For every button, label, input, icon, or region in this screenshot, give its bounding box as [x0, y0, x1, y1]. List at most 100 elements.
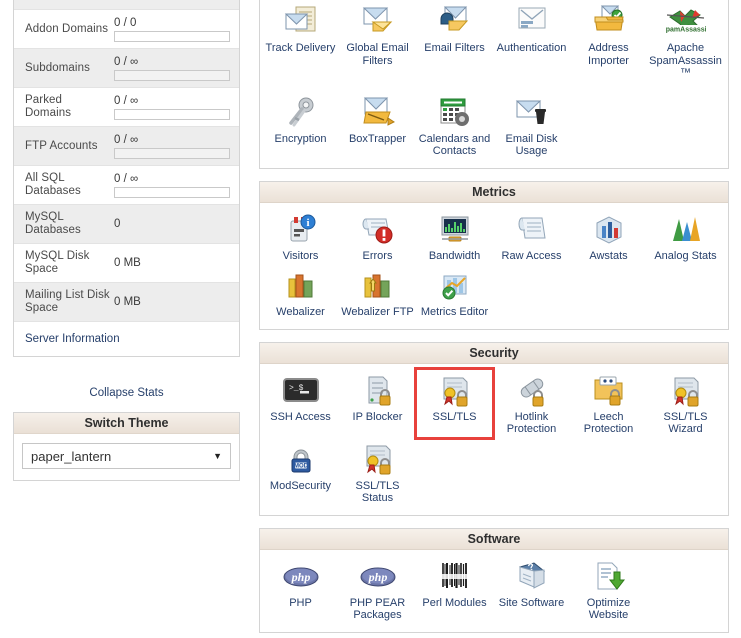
- tile-track-delivery[interactable]: Track Delivery: [262, 0, 339, 82]
- svg-text:php: php: [367, 570, 387, 584]
- tile-label: Visitors: [282, 249, 319, 262]
- tile-webalizer[interactable]: Webalizer: [262, 264, 339, 321]
- tile-hotlink-protection[interactable]: Hotlink Protection: [493, 369, 570, 438]
- php-icon: php: [263, 559, 338, 595]
- optimize-website-icon: [571, 559, 646, 595]
- encryption-key-icon: [263, 95, 338, 131]
- analog-stats-icon: [648, 212, 723, 248]
- tile-encryption[interactable]: Encryption: [262, 91, 339, 160]
- tile-bandwidth[interactable]: Bandwidth: [416, 208, 493, 265]
- tile-label: Calendars and Contacts: [418, 132, 491, 158]
- ip-blocker-icon: [340, 373, 415, 409]
- tile-ssh-access[interactable]: >_$ SSH Access: [262, 369, 339, 438]
- switch-theme-title: Switch Theme: [14, 413, 239, 434]
- bandwidth-icon: [417, 212, 492, 248]
- tile-leech-protection[interactable]: Leech Protection: [570, 369, 647, 438]
- tile-boxtrapper[interactable]: BoxTrapper: [339, 91, 416, 160]
- theme-select[interactable]: paper_lantern ▼: [22, 443, 231, 469]
- software-title: Software: [260, 528, 728, 550]
- tile-ssl-tls-wizard[interactable]: SSL/TLS Wizard: [647, 369, 724, 438]
- stat-value: 0 MB: [114, 256, 141, 269]
- authentication-icon: [494, 4, 569, 40]
- tile-label: SSH Access: [270, 410, 331, 423]
- stat-label: Mailing List Disk Space: [25, 289, 110, 314]
- tile-ssl-tls-status[interactable]: SSL/TLS Status: [339, 438, 416, 507]
- track-delivery-icon: [263, 4, 338, 40]
- stat-value: 0 / ∞: [114, 56, 139, 68]
- tile-label: SSL/TLS Status: [355, 479, 400, 505]
- tile-perl-modules[interactable]: Perl Modules: [416, 555, 493, 624]
- stat-value: 0 MB: [114, 295, 141, 308]
- tile-php-pear-packages[interactable]: php PHP PEAR Packages: [339, 555, 416, 624]
- tile-raw-access[interactable]: Raw Access: [493, 208, 570, 265]
- stat-value: 0 / 0: [114, 17, 137, 29]
- tile-errors[interactable]: Errors: [339, 208, 416, 265]
- tile-label: Metrics Editor: [420, 306, 489, 318]
- tile-label: Raw Access: [501, 249, 562, 262]
- boxtrapper-icon: [340, 95, 415, 131]
- tile-php[interactable]: php PHP: [262, 555, 339, 624]
- tile-label: Hotlink Protection: [506, 410, 557, 436]
- ssl-tls-icon: [417, 373, 492, 409]
- tile-global-email-filters[interactable]: Global Email Filters: [339, 0, 416, 82]
- stat-row: MySQL Disk Space 0 MB: [14, 244, 239, 283]
- svg-text:MOD: MOD: [294, 463, 309, 469]
- global-email-filters-icon: [340, 4, 415, 40]
- tile-address-importer[interactable]: Address Importer: [570, 0, 647, 82]
- stat-row: MySQL Databases 0: [14, 205, 239, 244]
- tile-email-filters[interactable]: Email Filters: [416, 0, 493, 82]
- tile-label: Email Disk Usage: [505, 132, 558, 158]
- email-filters-icon: [417, 4, 492, 40]
- collapse-stats-link[interactable]: Collapse Stats: [0, 387, 253, 399]
- security-title: Security: [260, 342, 728, 364]
- metrics-grid: i Visitors Errors Bandwidth Raw Access A…: [260, 203, 728, 329]
- tile-ip-blocker[interactable]: IP Blocker: [339, 369, 416, 438]
- metrics-group: Metrics i Visitors Errors Bandwidth Raw …: [259, 180, 729, 330]
- tile-calendars-and-contacts[interactable]: Calendars and Contacts: [416, 91, 493, 160]
- server-information-row[interactable]: Server Information: [14, 322, 239, 356]
- tile-label: PHP PEAR Packages: [349, 596, 406, 622]
- server-information-link[interactable]: Server Information: [25, 333, 120, 345]
- stat-label: FTP Accounts: [25, 139, 98, 152]
- email-disk-usage-icon: [494, 95, 569, 131]
- stat-row: Subdomains 0 / ∞: [14, 49, 239, 88]
- stat-progress-bar: [114, 109, 230, 120]
- tile-optimize-website[interactable]: Optimize Website: [570, 555, 647, 624]
- tile-apache-spamassassin[interactable]: SpamAssassin Apache SpamAssassin™: [647, 0, 724, 82]
- raw-access-icon: [494, 212, 569, 248]
- stat-label: MySQL Databases: [25, 211, 81, 236]
- php-pear-icon: php: [340, 559, 415, 595]
- tile-webalizer-ftp[interactable]: Webalizer FTP: [339, 264, 416, 321]
- chevron-down-icon: ▼: [213, 450, 222, 461]
- stat-row: Parked Domains 0 / ∞: [14, 88, 239, 127]
- stat-value: 0: [114, 217, 121, 230]
- tile-email-disk-usage[interactable]: Email Disk Usage: [493, 91, 570, 160]
- software-group: Software php PHP php PHP PEAR Packages P…: [259, 527, 729, 633]
- tile-label: Email Filters: [424, 42, 485, 54]
- stat-label: Parked Domains: [25, 94, 72, 119]
- tile-label: ModSecurity: [269, 479, 332, 492]
- tile-visitors[interactable]: i Visitors: [262, 208, 339, 265]
- tile-authentication[interactable]: Authentication: [493, 0, 570, 82]
- tile-label: Webalizer FTP: [341, 306, 414, 318]
- svg-text:i: i: [306, 217, 309, 229]
- svg-text:php: php: [290, 570, 310, 584]
- tile-label: Leech Protection: [583, 410, 634, 436]
- tile-awstats[interactable]: Awstats: [570, 208, 647, 265]
- visitors-icon: i: [263, 212, 338, 248]
- tile-label: SSL/TLS Wizard: [663, 410, 708, 436]
- tile-site-software[interactable]: ? Site Software: [493, 555, 570, 624]
- cpanel-page: Addon Domains 0 / 0 Subdomains 0 / ∞ Par…: [0, 0, 741, 638]
- tile-modsecurity[interactable]: MOD ModSecurity: [262, 438, 339, 507]
- tile-label: Perl Modules: [422, 596, 487, 609]
- tile-analog-stats[interactable]: Analog Stats: [647, 208, 724, 265]
- tile-ssl-tls[interactable]: SSL/TLS: [414, 366, 495, 440]
- stat-label: Addon Domains: [25, 22, 109, 35]
- tile-metrics-editor[interactable]: Metrics Editor: [416, 264, 493, 321]
- software-grid: php PHP php PHP PEAR Packages Perl Modul…: [260, 550, 728, 632]
- tile-label: BoxTrapper: [348, 132, 407, 145]
- tile-label: Analog Stats: [654, 249, 717, 262]
- metrics-editor-icon: [417, 268, 492, 304]
- spamassassin-icon: SpamAssassin: [648, 4, 723, 40]
- email-group: Track Delivery Global Email Filters Emai…: [259, 0, 729, 169]
